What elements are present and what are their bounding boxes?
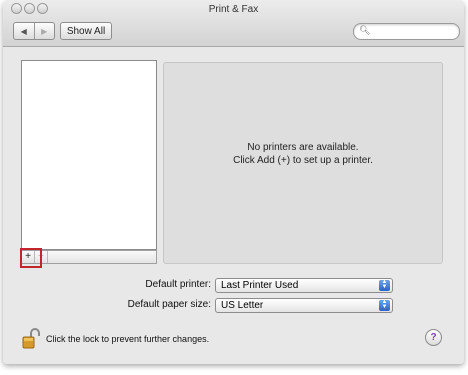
- window-title: Print & Fax: [208, 4, 259, 15]
- print-fax-window: Print & Fax ◀ ▶ Show All 🔍︎ + − No print…: [3, 0, 464, 364]
- add-button-highlight: [20, 248, 42, 268]
- printer-list[interactable]: [21, 60, 157, 250]
- default-printer-label: Default printer:: [145, 279, 211, 290]
- default-printer-value: Last Printer Used: [221, 280, 299, 291]
- back-button[interactable]: ◀: [14, 23, 34, 39]
- default-paper-label: Default paper size:: [127, 299, 211, 310]
- no-printers-message: No printers are available. Click Add (+)…: [164, 141, 442, 167]
- nav-buttons: ◀ ▶: [13, 22, 55, 40]
- show-all-button[interactable]: Show All: [60, 22, 112, 40]
- lock-icon[interactable]: [22, 327, 40, 349]
- help-button[interactable]: ?: [425, 329, 442, 346]
- titlebar: Print & Fax ◀ ▶ Show All 🔍︎: [3, 0, 464, 47]
- no-printers-line: No printers are available.: [247, 142, 359, 153]
- popup-arrows-icon: ▲ ▼: [379, 299, 390, 311]
- popup-arrows-icon: ▲ ▼: [379, 279, 390, 291]
- preferences-pane: + − No printers are available. Click Add…: [3, 47, 464, 364]
- lock-message: Click the lock to prevent further change…: [46, 334, 210, 344]
- search-icon: 🔍︎: [359, 25, 371, 35]
- default-printer-popup[interactable]: Last Printer Used ▲ ▼: [215, 278, 393, 293]
- default-paper-value: US Letter: [221, 300, 264, 311]
- default-paper-popup[interactable]: US Letter ▲ ▼: [215, 298, 393, 313]
- add-printer-hint: Click Add (+) to set up a printer.: [233, 155, 373, 166]
- search-field[interactable]: 🔍︎: [353, 23, 460, 40]
- printer-info-panel: No printers are available. Click Add (+)…: [163, 62, 443, 264]
- forward-button[interactable]: ▶: [33, 23, 55, 39]
